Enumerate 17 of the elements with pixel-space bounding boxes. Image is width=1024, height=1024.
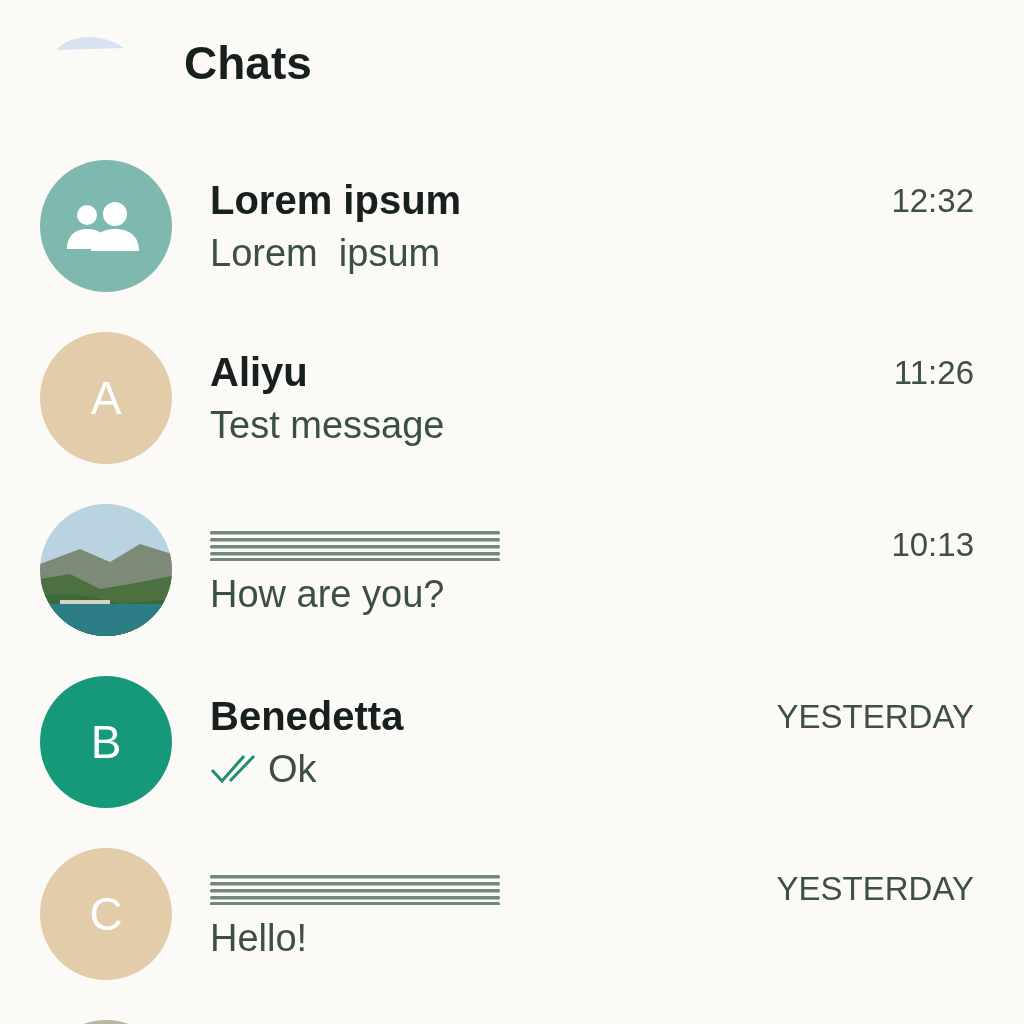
message-preview: Hello! bbox=[210, 919, 308, 957]
message-time: YESTERDAY bbox=[776, 871, 974, 905]
contact-name: Aliyu bbox=[210, 352, 308, 392]
message-time: 10:13 bbox=[891, 527, 974, 561]
message-preview: Test message bbox=[210, 406, 445, 444]
message-time: 11:26 bbox=[893, 355, 974, 389]
contact-name: Benedetta bbox=[210, 696, 404, 736]
page-title: Chats bbox=[184, 35, 312, 91]
message-time: 12:32 bbox=[891, 183, 974, 217]
contact-name: Lorem ipsum bbox=[210, 180, 462, 220]
message-preview: How are you? bbox=[210, 575, 445, 613]
message-time: YESTERDAY bbox=[776, 699, 974, 733]
avatar-letter: C bbox=[89, 886, 123, 942]
avatar-letter: A bbox=[90, 370, 122, 426]
message-preview: Lorem ipsum bbox=[210, 234, 441, 272]
message-preview: Ok bbox=[268, 750, 317, 788]
avatar-letter: B bbox=[90, 714, 122, 770]
